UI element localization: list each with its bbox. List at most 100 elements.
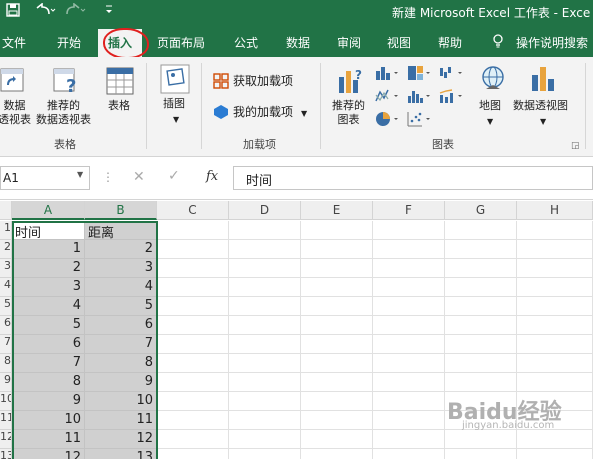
cell-h1[interactable] [517,221,593,240]
cell-g9[interactable] [445,373,517,392]
cell-e2[interactable] [301,240,373,259]
cell-g8[interactable] [445,354,517,373]
cell-h7[interactable] [517,335,593,354]
cell-h8[interactable] [517,354,593,373]
cell-h13[interactable] [517,449,593,459]
table-button[interactable]: 表格 [108,99,130,113]
cell-c4[interactable] [157,278,229,297]
cell-g6[interactable] [445,316,517,335]
cell-d12[interactable] [229,430,301,449]
cell-g7[interactable] [445,335,517,354]
cell-d4[interactable] [229,278,301,297]
cell-c9[interactable] [157,373,229,392]
cell-h9[interactable] [517,373,593,392]
cell-d7[interactable] [229,335,301,354]
illustrations-button[interactable]: 插图 [163,97,185,111]
cell-c10[interactable] [157,392,229,411]
cell-h5[interactable] [517,297,593,316]
column-header-b[interactable]: B [85,201,157,220]
cell-g3[interactable] [445,259,517,278]
statistic-chart-icon[interactable] [407,88,433,107]
cell-e5[interactable] [301,297,373,316]
cell-e13[interactable] [301,449,373,459]
column-header-d[interactable]: D [229,201,301,220]
my-addins-button[interactable]: 我的加载项 [233,105,293,119]
cell-d2[interactable] [229,240,301,259]
cell-g12[interactable] [445,430,517,449]
row-header[interactable]: 4 [0,278,12,297]
cell-f12[interactable] [373,430,445,449]
cell-c13[interactable] [157,449,229,459]
waterfall-chart-icon[interactable] [439,65,465,84]
cell-c3[interactable] [157,259,229,278]
row-header[interactable]: 8 [0,354,12,373]
row-header[interactable]: 2 [0,240,12,259]
row-header[interactable]: 7 [0,335,12,354]
cell-f6[interactable] [373,316,445,335]
tab-formulas[interactable]: 公式 [234,34,258,51]
cell-d6[interactable] [229,316,301,335]
cell-e6[interactable] [301,316,373,335]
line-chart-icon[interactable] [375,88,401,107]
lightbulb-icon[interactable] [492,34,504,51]
undo-icon[interactable] [34,2,56,21]
save-icon[interactable] [6,3,20,21]
chevron-down-icon[interactable]: ▼ [77,170,83,179]
row-header[interactable]: 5 [0,297,12,316]
cell-e12[interactable] [301,430,373,449]
cell-h12[interactable] [517,430,593,449]
row-header[interactable]: 1 [0,221,12,240]
cell-d8[interactable] [229,354,301,373]
dialog-launcher-icon[interactable]: ◲ [571,139,580,153]
cell-f8[interactable] [373,354,445,373]
cell-e11[interactable] [301,411,373,430]
cell-e9[interactable] [301,373,373,392]
tab-page-layout[interactable]: 页面布局 [157,34,205,51]
maps-button[interactable]: 地图 [479,99,501,113]
recommended-pivottable-button[interactable]: 推荐的 数据透视表 [36,99,91,127]
column-header-c[interactable]: C [157,201,229,220]
column-header-e[interactable]: E [301,201,373,220]
cell-f7[interactable] [373,335,445,354]
cancel-icon[interactable]: ✕ [133,169,145,185]
cell-c6[interactable] [157,316,229,335]
cell-c1[interactable] [157,221,229,240]
tab-file[interactable]: 文件 [2,34,26,51]
column-chart-icon[interactable] [375,65,401,84]
recommended-charts-button[interactable]: 推荐的 图表 [332,99,365,127]
cell-f2[interactable] [373,240,445,259]
row-header[interactable]: 10 [0,392,12,411]
cell-e1[interactable] [301,221,373,240]
cell-d13[interactable] [229,449,301,459]
cell-e4[interactable] [301,278,373,297]
pivotchart-button[interactable]: 数据透视图 [513,99,568,113]
select-all-corner[interactable] [0,201,12,220]
chevron-down-icon[interactable]: ▼ [487,115,493,129]
column-header-f[interactable]: F [373,201,445,220]
name-box[interactable]: A1 ▼ [0,166,90,190]
cell-g2[interactable] [445,240,517,259]
cell-e3[interactable] [301,259,373,278]
row-header[interactable]: 13 [0,449,12,459]
cell-d5[interactable] [229,297,301,316]
cell-g1[interactable] [445,221,517,240]
pivottable-button[interactable]: 数据 透视表 [0,99,31,127]
enter-check-icon[interactable]: ✓ [168,168,180,184]
tab-data[interactable]: 数据 [286,34,310,51]
tab-home[interactable]: 开始 [57,34,81,51]
cell-h2[interactable] [517,240,593,259]
cell-c2[interactable] [157,240,229,259]
cell-c12[interactable] [157,430,229,449]
tab-help[interactable]: 帮助 [438,34,462,51]
cell-d11[interactable] [229,411,301,430]
cell-c8[interactable] [157,354,229,373]
cell-h3[interactable] [517,259,593,278]
cell-f5[interactable] [373,297,445,316]
cell-c5[interactable] [157,297,229,316]
row-header[interactable]: 11 [0,411,12,430]
tab-view[interactable]: 视图 [387,34,411,51]
cell-c11[interactable] [157,411,229,430]
formula-input[interactable]: 时间 [233,166,593,190]
cell-d3[interactable] [229,259,301,278]
tab-review[interactable]: 审阅 [337,34,361,51]
